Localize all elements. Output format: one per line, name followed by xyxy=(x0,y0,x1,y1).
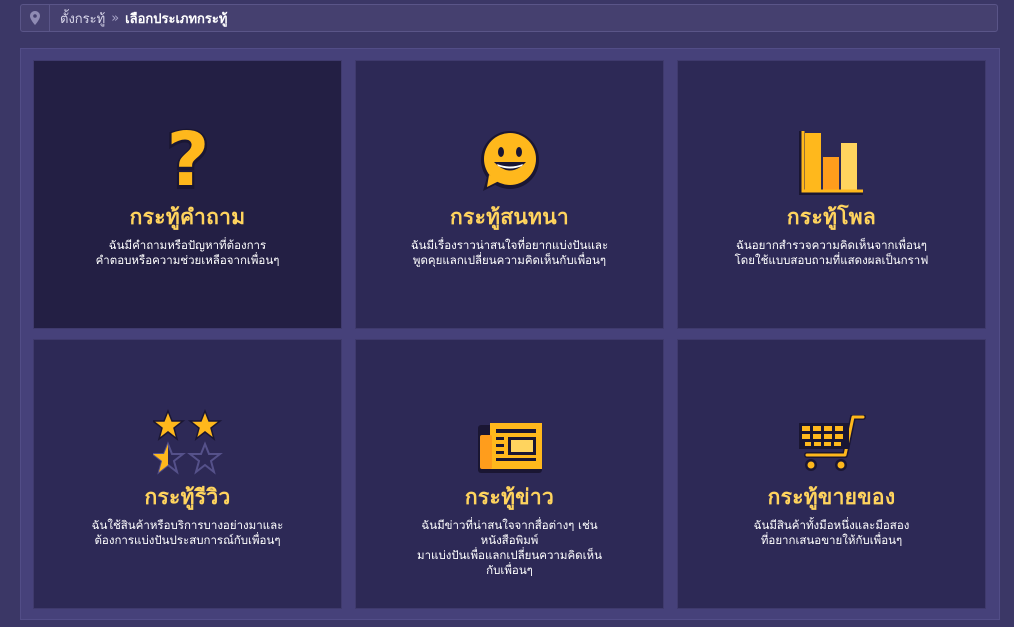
card-question[interactable]: ? ? กระทู้คำถาม ฉันมีคำถามหรือปัญหาที่ต้… xyxy=(33,60,342,329)
card-description: ฉันมีข่าวที่น่าสนใจจากสื่อต่างๆ เช่น หนั… xyxy=(417,518,602,577)
location-pin-icon xyxy=(21,5,50,31)
card-description: ฉันอยากสำรวจความคิดเห็นจากเพื่อนๆ โดยใช้… xyxy=(734,238,929,267)
smiley-chat-icon xyxy=(470,115,550,195)
card-description: ฉันมีเรื่องราวน่าสนใจที่อยากแบ่งปันและ พ… xyxy=(410,238,609,267)
card-poll[interactable]: กระทู้โพล ฉันอยากสำรวจความคิดเห็นจากเพื่… xyxy=(677,60,986,329)
card-description: ฉันมีสินค้าทั้งมือหนึ่งและมือสอง ที่อยาก… xyxy=(753,518,910,547)
card-review[interactable]: กระทู้รีวิว ฉันใช้สินค้าหรือบริการบางอย่… xyxy=(33,339,342,609)
card-shop[interactable]: กระทู้ขายของ ฉันมีสินค้าทั้งมือหนึ่งและม… xyxy=(677,339,986,609)
card-title: กระทู้สนทนา xyxy=(450,205,569,229)
stars-rating-icon xyxy=(148,395,228,475)
card-description: ฉันมีคำถามหรือปัญหาที่ต้องการ คำตอบหรือค… xyxy=(95,238,280,267)
breadcrumb-home-link[interactable]: ตั้งกระทู้ xyxy=(60,8,105,29)
card-description: ฉันใช้สินค้าหรือบริการบางอย่างมาและ ต้อง… xyxy=(91,518,284,547)
svg-text:?: ? xyxy=(166,125,209,195)
card-title: กระทู้ขายของ xyxy=(767,485,896,509)
card-title: กระทู้รีวิว xyxy=(144,485,231,509)
card-news[interactable]: กระทู้ข่าว ฉันมีข่าวที่น่าสนใจจากสื่อต่า… xyxy=(355,339,664,609)
topic-type-panel: ? ? กระทู้คำถาม ฉันมีคำถามหรือปัญหาที่ต้… xyxy=(20,48,1000,620)
question-icon: ? ? xyxy=(148,115,228,195)
card-title: กระทู้ข่าว xyxy=(464,485,555,509)
breadcrumb-separator: » xyxy=(111,10,120,26)
breadcrumb: ตั้งกระทู้ » เลือกประเภทกระทู้ xyxy=(20,4,998,32)
shopping-cart-icon xyxy=(792,395,872,475)
card-title: กระทู้คำถาม xyxy=(129,205,246,229)
breadcrumb-current: เลือกประเภทกระทู้ xyxy=(125,11,228,27)
newspaper-icon xyxy=(470,395,550,475)
card-discussion[interactable]: กระทู้สนทนา ฉันมีเรื่องราวน่าสนใจที่อยาก… xyxy=(355,60,664,329)
bar-chart-icon xyxy=(792,115,872,195)
card-title: กระทู้โพล xyxy=(786,205,877,229)
